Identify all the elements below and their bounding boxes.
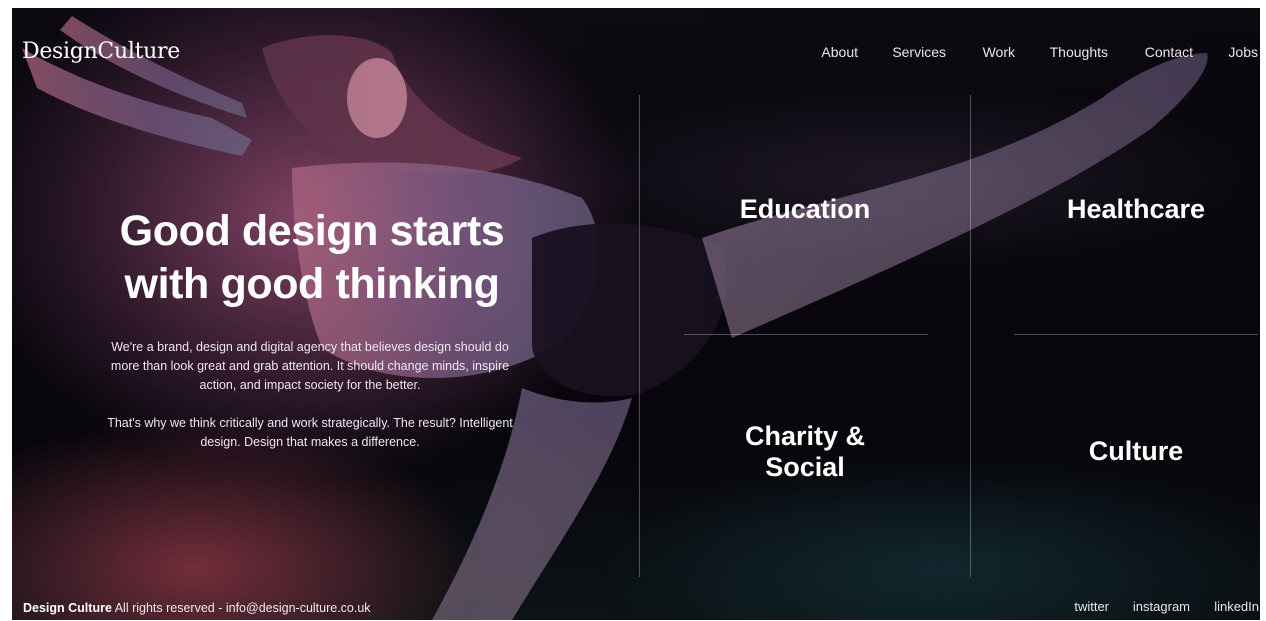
sector-charity-line1: Charity &	[744, 421, 866, 451]
nav-item-contact[interactable]: Contact	[1145, 44, 1193, 60]
grid-divider-middle-right	[1014, 334, 1258, 335]
sector-healthcare[interactable]: Healthcare	[986, 194, 1260, 225]
footer-company: Design Culture	[23, 601, 112, 615]
social-linkedin[interactable]: linkedIn	[1214, 599, 1259, 614]
grid-divider-left	[639, 95, 640, 577]
nav-item-work[interactable]: Work	[983, 44, 1015, 60]
hero-title: Good design starts with good thinking	[72, 205, 552, 311]
grid-divider-right	[970, 95, 971, 577]
social-twitter[interactable]: twitter	[1074, 599, 1109, 614]
hero-paragraph-2: That's why we think critically and work …	[107, 416, 513, 449]
social-instagram[interactable]: instagram	[1133, 599, 1190, 614]
site-logo[interactable]: DesignCulture	[22, 39, 180, 64]
nav-item-services[interactable]: Services	[892, 44, 946, 60]
grid-divider-middle-left	[684, 334, 928, 335]
hero-title-line2: with good thinking	[124, 260, 500, 308]
sector-charity-social[interactable]: Charity & Social	[655, 421, 955, 483]
footer-copyright: Design Culture All rights reserved - inf…	[23, 601, 371, 615]
photo-overlay	[12, 8, 1260, 620]
hero-frame: DesignCulture About Services Work Though…	[12, 8, 1260, 620]
sector-charity-line2: Social	[765, 452, 845, 482]
footer-rights-email: All rights reserved - info@design-cultur…	[114, 601, 371, 615]
nav-item-about[interactable]: About	[821, 44, 858, 60]
hero-paragraph-1: We're a brand, design and digital agency…	[110, 340, 510, 392]
sector-culture[interactable]: Culture	[986, 436, 1260, 467]
sector-education[interactable]: Education	[655, 194, 955, 225]
nav-item-jobs[interactable]: Jobs	[1228, 44, 1258, 60]
hero-title-line1: Good design starts	[119, 207, 505, 255]
nav-item-thoughts[interactable]: Thoughts	[1050, 44, 1108, 60]
